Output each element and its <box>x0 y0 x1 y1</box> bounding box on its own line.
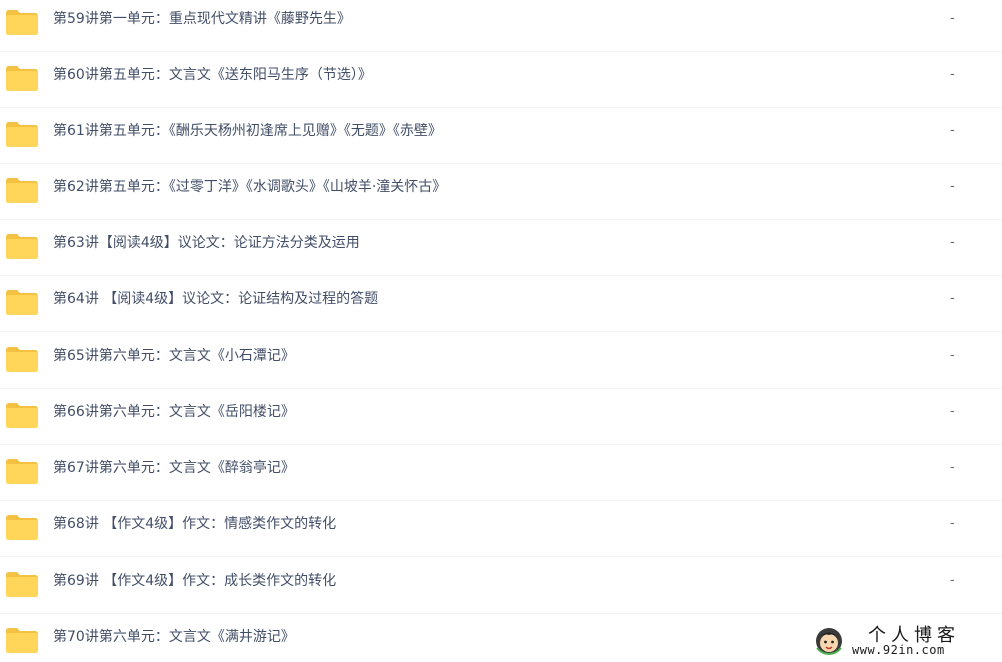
folder-icon[interactable] <box>6 403 38 428</box>
file-row[interactable]: 第59讲第一单元：重点现代文精讲《藤野先生》 - <box>0 0 1002 52</box>
file-name[interactable]: 第61讲第五单元：《酬乐天杨州初逢席上见赠》《无题》《赤壁》 <box>53 108 442 154</box>
folder-icon[interactable] <box>6 122 38 147</box>
folder-icon[interactable] <box>6 572 38 597</box>
file-name[interactable]: 第64讲 【阅读4级】议论文：论证结构及过程的答题 <box>53 276 378 322</box>
file-row[interactable]: 第63讲【阅读4级】议论文：论证方法分类及运用 - <box>0 220 1002 276</box>
file-size: - <box>950 516 955 531</box>
file-name[interactable]: 第59讲第一单元：重点现代文精讲《藤野先生》 <box>53 0 351 42</box>
file-row[interactable]: 第65讲第六单元：文言文《小石潭记》 - <box>0 333 1002 389</box>
folder-icon[interactable] <box>6 234 38 259</box>
file-name[interactable]: 第69讲 【作文4级】作文：成长类作文的转化 <box>53 558 336 604</box>
folder-icon[interactable] <box>6 459 38 484</box>
file-name[interactable]: 第67讲第六单元：文言文《醉翁亭记》 <box>53 445 295 491</box>
file-size: - <box>950 179 955 194</box>
file-name[interactable]: 第68讲 【作文4级】作文：情感类作文的转化 <box>53 501 336 547</box>
file-list: 第59讲第一单元：重点现代文精讲《藤野先生》 - 第60讲第五单元：文言文《送东… <box>0 0 1002 662</box>
file-size: - <box>950 348 955 363</box>
folder-icon[interactable] <box>6 66 38 91</box>
file-row[interactable]: 第60讲第五单元：文言文《送东阳马生序（节选）》 - <box>0 52 1002 108</box>
file-size: - <box>950 573 955 588</box>
file-row[interactable]: 第67讲第六单元：文言文《醉翁亭记》 - <box>0 445 1002 501</box>
folder-icon[interactable] <box>6 628 38 653</box>
folder-icon[interactable] <box>6 290 38 315</box>
file-name[interactable]: 第62讲第五单元：《过零丁洋》《水调歌头》《山坡羊·潼关怀古》 <box>53 164 446 210</box>
avatar-icon <box>814 626 844 656</box>
folder-icon[interactable] <box>6 515 38 540</box>
file-name[interactable]: 第66讲第六单元：文言文《岳阳楼记》 <box>53 389 295 435</box>
file-name[interactable]: 第63讲【阅读4级】议论文：论证方法分类及运用 <box>53 220 360 266</box>
file-row[interactable]: 第64讲 【阅读4级】议论文：论证结构及过程的答题 - <box>0 276 1002 332</box>
folder-icon[interactable] <box>6 178 38 203</box>
file-name[interactable]: 第70讲第六单元：文言文《满井游记》 <box>53 614 295 660</box>
file-row[interactable]: 第66讲第六单元：文言文《岳阳楼记》 - <box>0 389 1002 445</box>
file-name[interactable]: 第65讲第六单元：文言文《小石潭记》 <box>53 333 295 379</box>
file-size: - <box>950 460 955 475</box>
file-size: - <box>950 291 955 306</box>
watermark-url: www.92in.com <box>852 643 945 657</box>
file-size: - <box>950 404 955 419</box>
file-name[interactable]: 第60讲第五单元：文言文《送东阳马生序（节选）》 <box>53 52 372 98</box>
file-size: - <box>950 123 955 138</box>
file-row[interactable]: 第69讲 【作文4级】作文：成长类作文的转化 - <box>0 558 1002 614</box>
file-row[interactable]: 第62讲第五单元：《过零丁洋》《水调歌头》《山坡羊·潼关怀古》 - <box>0 164 1002 220</box>
file-size: - <box>950 67 955 82</box>
file-size: - <box>950 11 955 26</box>
file-row[interactable]: 第68讲 【作文4级】作文：情感类作文的转化 - <box>0 501 1002 557</box>
watermark: 个人博客 www.92in.com <box>808 620 1002 662</box>
file-row[interactable]: 第61讲第五单元：《酬乐天杨州初逢席上见赠》《无题》《赤壁》 - <box>0 108 1002 164</box>
file-size: - <box>950 235 955 250</box>
folder-icon[interactable] <box>6 10 38 35</box>
folder-icon[interactable] <box>6 347 38 372</box>
